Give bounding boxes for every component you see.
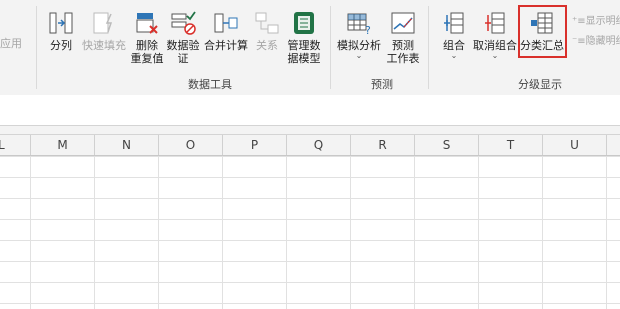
grid-column-line	[286, 156, 287, 309]
relationships-label: 关系	[256, 39, 278, 52]
column-header-L[interactable]: L	[0, 135, 31, 155]
group-label-data-tools: 数据工具	[188, 78, 232, 91]
manage-data-model-button[interactable]: 管理数 据模型	[285, 10, 323, 65]
forecast-sheet-label: 预测 工作表	[386, 39, 420, 65]
ribbon-separator	[428, 6, 429, 89]
column-header-U[interactable]: U	[543, 135, 607, 155]
column-header-T[interactable]: T	[479, 135, 543, 155]
data-validation-icon	[171, 11, 196, 35]
grid-column-line	[30, 156, 31, 309]
group-button[interactable]: 组合 ⌄	[438, 10, 470, 60]
chevron-down-icon: ⌄	[450, 51, 458, 60]
flash-fill-button[interactable]: 快速填充	[82, 10, 126, 52]
ribbon-separator	[36, 6, 37, 89]
column-header-Q[interactable]: Q	[287, 135, 351, 155]
grid-column-line	[222, 156, 223, 309]
hide-detail-label: 隐藏明细	[585, 36, 620, 47]
text-to-columns-label: 分列	[50, 39, 72, 52]
group-label-forecast: 预测	[371, 78, 393, 91]
remove-duplicates-button[interactable]: 删除 重复值	[130, 10, 164, 65]
grid-column-line	[94, 156, 95, 309]
ungroup-button[interactable]: 取消组合 ⌄	[472, 10, 518, 60]
remove-duplicates-label: 删除 重复值	[130, 39, 164, 65]
flash-fill-icon	[93, 12, 113, 34]
show-detail-button[interactable]: ⁺≡显示明细	[572, 12, 620, 27]
ribbon: 应用 分列 快速填充 删除 重复值 数据验 证 合并计算 关系 管理数 据模型 …	[0, 0, 620, 95]
text-to-columns-button[interactable]: 分列	[44, 10, 78, 52]
data-validation-button[interactable]: 数据验 证	[165, 10, 201, 65]
grid-column-line	[478, 156, 479, 309]
show-detail-label: 显示明细	[585, 16, 620, 27]
ribbon-separator	[330, 6, 331, 89]
forecast-sheet-icon	[391, 12, 415, 34]
svg-text:?: ?	[365, 24, 371, 36]
remove-duplicates-icon	[136, 13, 158, 34]
relationships-icon	[255, 12, 279, 34]
text-to-columns-icon	[49, 12, 73, 34]
show-detail-icon: ⁺≡	[572, 16, 586, 27]
subtotal-highlight-box	[518, 5, 567, 58]
grid-column-line	[350, 156, 351, 309]
forecast-sheet-button[interactable]: 预测 工作表	[386, 10, 420, 65]
data-model-icon	[294, 12, 314, 34]
manage-data-model-label: 管理数 据模型	[287, 39, 321, 65]
column-header-M[interactable]: M	[31, 135, 95, 155]
column-header-N[interactable]: N	[95, 135, 159, 155]
grid-column-line	[414, 156, 415, 309]
chevron-down-icon: ⌄	[491, 51, 499, 60]
ungroup-icon	[485, 12, 505, 34]
ribbon-gap	[0, 126, 620, 135]
consolidate-label: 合并计算	[204, 39, 248, 52]
what-if-analysis-button[interactable]: ? 模拟分析 ⌄	[336, 10, 382, 60]
column-header-row: L M N O P Q R S T U	[0, 135, 620, 156]
grid-column-line	[542, 156, 543, 309]
column-header-S[interactable]: S	[415, 135, 479, 155]
group-label-outline: 分级显示	[518, 78, 562, 91]
hide-detail-button[interactable]: ⁻≡隐藏明细	[572, 32, 620, 47]
hide-detail-icon: ⁻≡	[572, 36, 586, 47]
column-header-O[interactable]: O	[159, 135, 223, 155]
what-if-icon: ?	[347, 13, 371, 36]
grid-column-line	[158, 156, 159, 309]
column-header-R[interactable]: R	[351, 135, 415, 155]
worksheet-grid[interactable]	[0, 156, 620, 309]
consolidate-icon	[214, 13, 238, 33]
group-icon	[444, 12, 464, 34]
grid-column-line	[606, 156, 607, 309]
flash-fill-label: 快速填充	[82, 39, 126, 52]
partial-apply-label: 应用	[0, 37, 22, 50]
data-validation-label: 数据验 证	[166, 39, 200, 65]
column-header-P[interactable]: P	[223, 135, 287, 155]
formula-bar[interactable]	[0, 95, 620, 126]
chevron-down-icon: ⌄	[355, 51, 363, 60]
relationships-button[interactable]: 关系	[253, 10, 281, 52]
consolidate-button[interactable]: 合并计算	[202, 10, 250, 52]
